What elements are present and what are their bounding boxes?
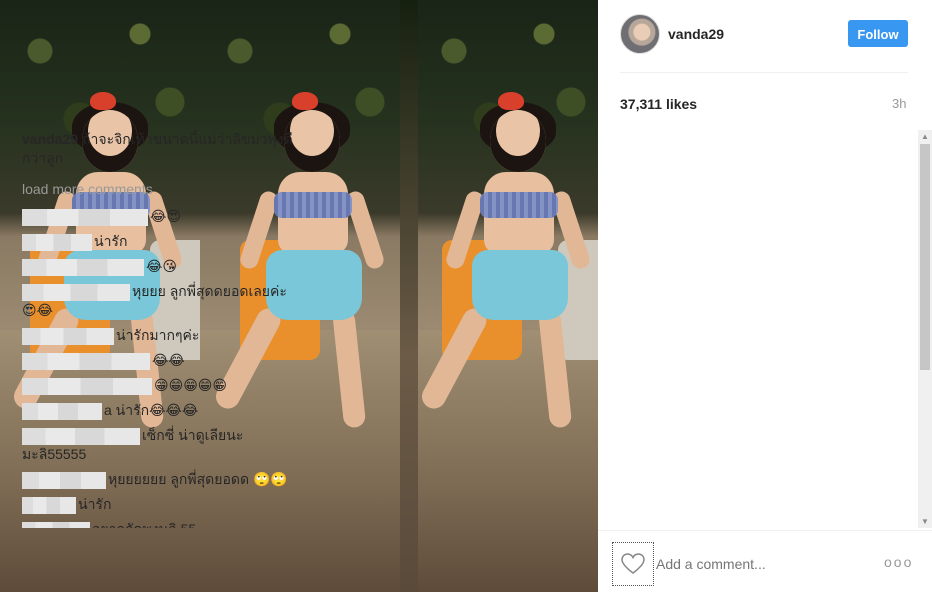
comment-text: 😁😁😁😁😁	[154, 377, 227, 393]
comment-row: น่ารัก	[22, 232, 304, 251]
instagram-post: vanda29 Follow 37,311 likes 3h vanda29 ถ้…	[0, 0, 932, 592]
arrow-down-icon[interactable]: ▼	[921, 517, 929, 526]
comment-row: 😁😁😁😁😁	[22, 376, 304, 395]
header-username[interactable]: vanda29	[668, 26, 724, 42]
post-sidebar: vanda29 Follow 37,311 likes 3h	[598, 0, 932, 592]
comment-text: หุยยยยยย ลูกพี่สุดยอดด 🙄🙄	[108, 471, 288, 487]
comment-row: น่ารักมากๆค่ะ	[22, 326, 304, 345]
photo-divider	[400, 0, 418, 592]
comment-row: 😂😘	[22, 257, 304, 276]
comment-row: เซ็กซี่ น่าดูเลียนะ มะลิ55555	[22, 426, 304, 464]
comments-list: vanda29 ถ้าจะจิกเท้าขนาดนี้แม่ว่าลิขม่วพุ…	[22, 130, 304, 528]
scrollbar-thumb[interactable]	[920, 144, 930, 370]
post-header: vanda29 Follow	[598, 0, 932, 72]
comment-text: 😂😘	[146, 258, 177, 274]
likes-count[interactable]: 37,311 likes	[620, 96, 697, 112]
comment-row: 😂😍	[22, 207, 304, 226]
footer-divider	[598, 530, 932, 531]
blurred-username[interactable]	[22, 402, 102, 420]
blurred-username[interactable]	[22, 208, 148, 226]
blurred-username[interactable]	[22, 496, 76, 514]
comments-scrollbar[interactable]: ▲ ▼	[918, 130, 932, 528]
photo-panel-3	[418, 0, 598, 592]
blurred-username[interactable]	[22, 283, 130, 301]
caption: vanda29 ถ้าจะจิกเท้าขนาดนี้แม่ว่าลิขม่วพุ…	[22, 130, 304, 168]
blurred-username[interactable]	[22, 427, 140, 445]
comment-row: หุยยยยยย ลูกพี่สุดยอดด 🙄🙄	[22, 470, 304, 489]
comment-row: น่ารัก	[22, 495, 304, 514]
comment-text: a น่ารัก😂😂😂	[104, 402, 199, 418]
blurred-username[interactable]	[22, 258, 144, 276]
comment-row: 😂😂	[22, 351, 304, 370]
arrow-up-icon[interactable]: ▲	[921, 132, 929, 141]
comment-text: น่ารัก	[94, 233, 128, 249]
comment-text: น่ารักมากๆค่ะ	[116, 327, 200, 343]
avatar[interactable]	[620, 14, 660, 54]
blurred-username[interactable]	[22, 327, 114, 345]
blurred-username[interactable]	[22, 471, 106, 489]
more-options-button[interactable]: ooo	[884, 554, 913, 570]
comment-row: a น่ารัก😂😂😂	[22, 401, 304, 420]
like-button[interactable]	[612, 542, 654, 586]
load-more-comments-link[interactable]: load more comments	[22, 180, 304, 199]
comment-text: อยากกัดพุงนลิ 55	[92, 521, 196, 528]
blurred-username[interactable]	[22, 233, 92, 251]
caption-username[interactable]: vanda29	[22, 131, 78, 147]
comment-row: หุยยย ลูกพี่สุดดยอดเลยค่ะ 😍😂	[22, 282, 304, 320]
post-time[interactable]: 3h	[892, 96, 906, 111]
comment-text: 😂😂	[152, 352, 185, 368]
header-divider	[620, 72, 908, 73]
blurred-username[interactable]	[22, 521, 90, 528]
blurred-username[interactable]	[22, 377, 152, 395]
add-comment-input[interactable]	[656, 556, 856, 572]
comment-text: 😂😍	[150, 208, 181, 224]
blurred-username[interactable]	[22, 352, 150, 370]
comment-text: น่ารัก	[78, 496, 112, 512]
comment-row: อยากกัดพุงนลิ 55	[22, 520, 304, 528]
follow-button[interactable]: Follow	[848, 20, 908, 47]
heart-icon	[621, 553, 645, 574]
